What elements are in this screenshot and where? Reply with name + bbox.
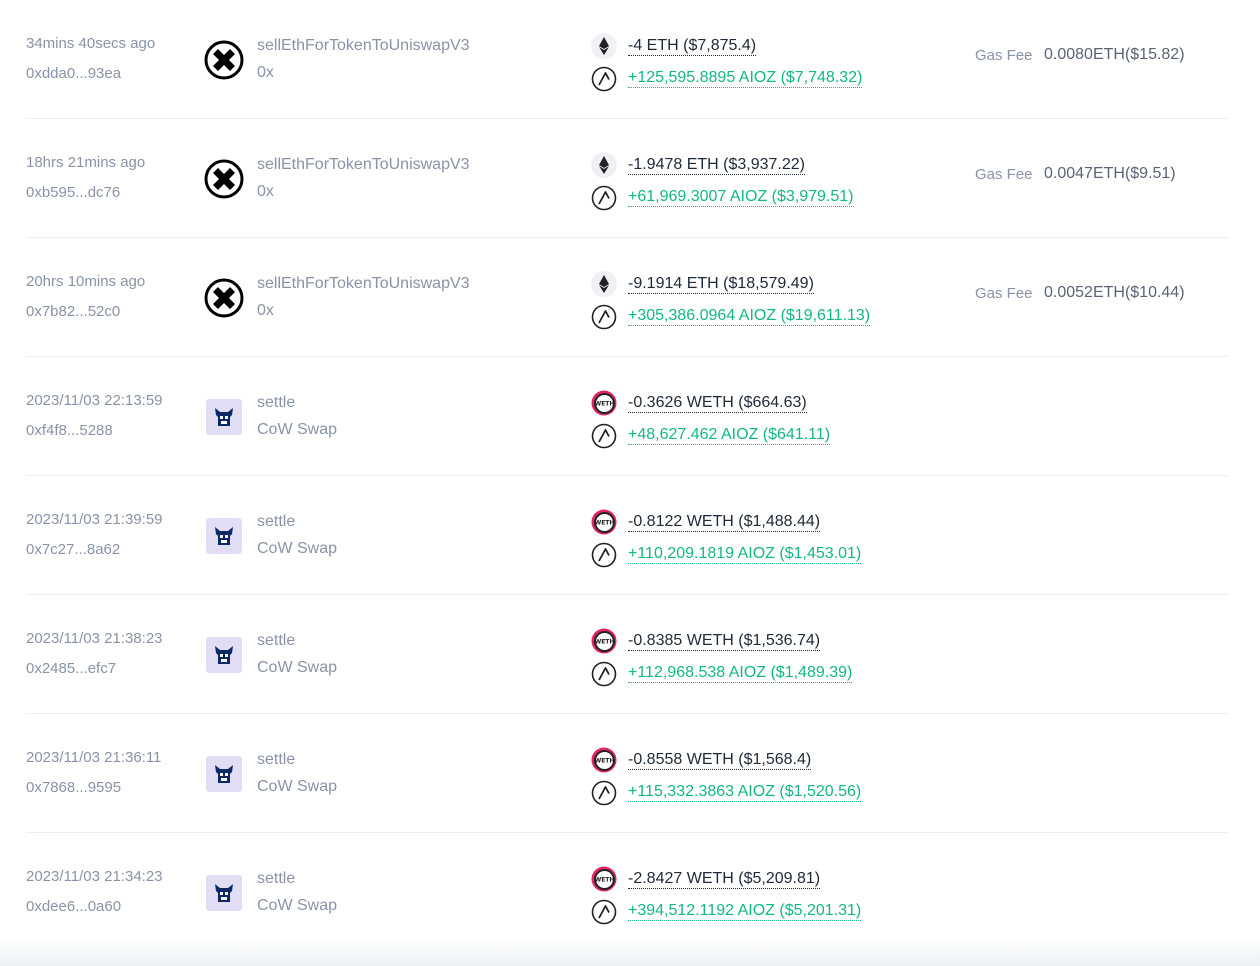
transaction-time: 2023/11/03 21:39:59 [26, 511, 163, 528]
weth-icon: WETH [591, 866, 617, 892]
weth-icon: WETH [591, 628, 617, 654]
svg-text:WETH: WETH [595, 758, 615, 765]
aioz-icon [591, 304, 617, 330]
aioz-icon [591, 542, 617, 568]
token-out-amount[interactable]: -0.8122 WETH ($1,488.44) [628, 513, 821, 532]
transaction-hash-link[interactable]: 0xb595...dc76 [26, 184, 120, 201]
token-in-amount[interactable]: +305,386.0964 AIOZ ($19,611.13) [628, 307, 871, 326]
token-out-amount[interactable]: -2.8427 WETH ($5,209.81) [628, 870, 821, 889]
transaction-row: 20hrs 10mins ago 0x7b82...52c0 sellEthFo… [26, 238, 1228, 357]
method-name: settle [257, 632, 296, 649]
weth-icon: WETH [591, 509, 617, 535]
0x-protocol-icon [204, 40, 244, 80]
svg-text:WETH: WETH [595, 877, 615, 884]
aioz-icon [591, 423, 617, 449]
aioz-icon [591, 185, 617, 211]
transaction-time: 18hrs 21mins ago [26, 154, 146, 171]
weth-icon: WETH [591, 390, 617, 416]
protocol-name-link[interactable]: 0x [257, 64, 274, 82]
protocol-name-link[interactable]: CoW Swap [257, 778, 337, 796]
token-out-amount[interactable]: -0.8558 WETH ($1,568.4) [628, 751, 812, 770]
transaction-time: 2023/11/03 22:13:59 [26, 392, 163, 409]
gas-fee-label: Gas Fee [975, 166, 1033, 183]
transaction-row: 34mins 40secs ago 0xdda0...93ea sellEthF… [26, 0, 1228, 119]
weth-icon: WETH [591, 747, 617, 773]
cow-swap-icon [204, 516, 244, 556]
token-out-amount[interactable]: -4 ETH ($7,875.4) [628, 37, 757, 56]
protocol-name-link[interactable]: CoW Swap [257, 421, 337, 439]
protocol-name-link[interactable]: 0x [257, 302, 274, 320]
method-name: sellEthForTokenToUniswapV3 [257, 37, 470, 54]
method-name: sellEthForTokenToUniswapV3 [257, 275, 470, 292]
aioz-icon [591, 899, 617, 925]
token-in-amount[interactable]: +125,595.8895 AIOZ ($7,748.32) [628, 69, 863, 88]
transaction-hash-link[interactable]: 0xdda0...93ea [26, 65, 121, 82]
transaction-row: 2023/11/03 21:39:59 0x7c27...8a62 settle… [26, 476, 1228, 595]
transaction-time: 2023/11/03 21:38:23 [26, 630, 163, 647]
method-name: sellEthForTokenToUniswapV3 [257, 156, 470, 173]
transaction-hash-link[interactable]: 0x2485...efc7 [26, 660, 116, 677]
transaction-hash-link[interactable]: 0x7868...9595 [26, 779, 121, 796]
method-name: settle [257, 513, 296, 530]
eth-icon [591, 33, 617, 59]
gas-fee-label: Gas Fee [975, 285, 1033, 302]
cow-swap-icon [204, 754, 244, 794]
transaction-hash-link[interactable]: 0x7c27...8a62 [26, 541, 120, 558]
aioz-icon [591, 661, 617, 687]
gas-fee-value: 0.0080ETH($15.82) [1044, 46, 1185, 63]
scroll-fade [0, 938, 1260, 966]
token-out-amount[interactable]: -0.3626 WETH ($664.63) [628, 394, 807, 413]
transaction-row: 2023/11/03 21:38:23 0x2485...efc7 settle… [26, 595, 1228, 714]
eth-icon [591, 152, 617, 178]
aioz-icon [591, 780, 617, 806]
method-name: settle [257, 751, 296, 768]
svg-text:WETH: WETH [595, 401, 615, 408]
protocol-name-link[interactable]: 0x [257, 183, 274, 201]
cow-swap-icon [204, 397, 244, 437]
swap-transaction-list: 34mins 40secs ago 0xdda0...93ea sellEthF… [0, 0, 1260, 966]
transaction-hash-link[interactable]: 0x7b82...52c0 [26, 303, 120, 320]
token-in-amount[interactable]: +61,969.3007 AIOZ ($3,979.51) [628, 188, 854, 207]
transaction-time: 34mins 40secs ago [26, 35, 156, 52]
token-out-amount[interactable]: -0.8385 WETH ($1,536.74) [628, 632, 821, 651]
method-name: settle [257, 394, 296, 411]
token-in-amount[interactable]: +110,209.1819 AIOZ ($1,453.01) [628, 545, 862, 564]
token-in-amount[interactable]: +112,968.538 AIOZ ($1,489.39) [628, 664, 853, 683]
transaction-row: 2023/11/03 21:36:11 0x7868...9595 settle… [26, 714, 1228, 833]
transaction-hash-link[interactable]: 0xf4f8...5288 [26, 422, 113, 439]
transaction-row: 2023/11/03 21:34:23 0xdee6...0a60 settle… [26, 833, 1228, 951]
protocol-name-link[interactable]: CoW Swap [257, 540, 337, 558]
transaction-time: 2023/11/03 21:34:23 [26, 868, 163, 885]
token-out-amount[interactable]: -1.9478 ETH ($3,937.22) [628, 156, 805, 175]
svg-text:WETH: WETH [595, 639, 615, 646]
token-in-amount[interactable]: +394,512.1192 AIOZ ($5,201.31) [628, 902, 862, 921]
aioz-icon [591, 66, 617, 92]
gas-fee-label: Gas Fee [975, 47, 1033, 64]
transaction-row: 2023/11/03 22:13:59 0xf4f8...5288 settle… [26, 357, 1228, 476]
gas-fee-value: 0.0047ETH($9.51) [1044, 165, 1176, 182]
protocol-name-link[interactable]: CoW Swap [257, 897, 337, 915]
cow-swap-icon [204, 873, 244, 913]
transaction-time: 20hrs 10mins ago [26, 273, 146, 290]
svg-text:WETH: WETH [595, 520, 615, 527]
transaction-time: 2023/11/03 21:36:11 [26, 749, 162, 766]
cow-swap-icon [204, 635, 244, 675]
eth-icon [591, 271, 617, 297]
0x-protocol-icon [204, 278, 244, 318]
gas-fee-value: 0.0052ETH($10.44) [1044, 284, 1185, 301]
protocol-name-link[interactable]: CoW Swap [257, 659, 337, 677]
0x-protocol-icon [204, 159, 244, 199]
transaction-row: 18hrs 21mins ago 0xb595...dc76 sellEthFo… [26, 119, 1228, 238]
method-name: settle [257, 870, 296, 887]
token-in-amount[interactable]: +115,332.3863 AIOZ ($1,520.56) [628, 783, 862, 802]
token-out-amount[interactable]: -9.1914 ETH ($18,579.49) [628, 275, 814, 294]
transaction-hash-link[interactable]: 0xdee6...0a60 [26, 898, 121, 915]
token-in-amount[interactable]: +48,627.462 AIOZ ($641.11) [628, 426, 831, 445]
